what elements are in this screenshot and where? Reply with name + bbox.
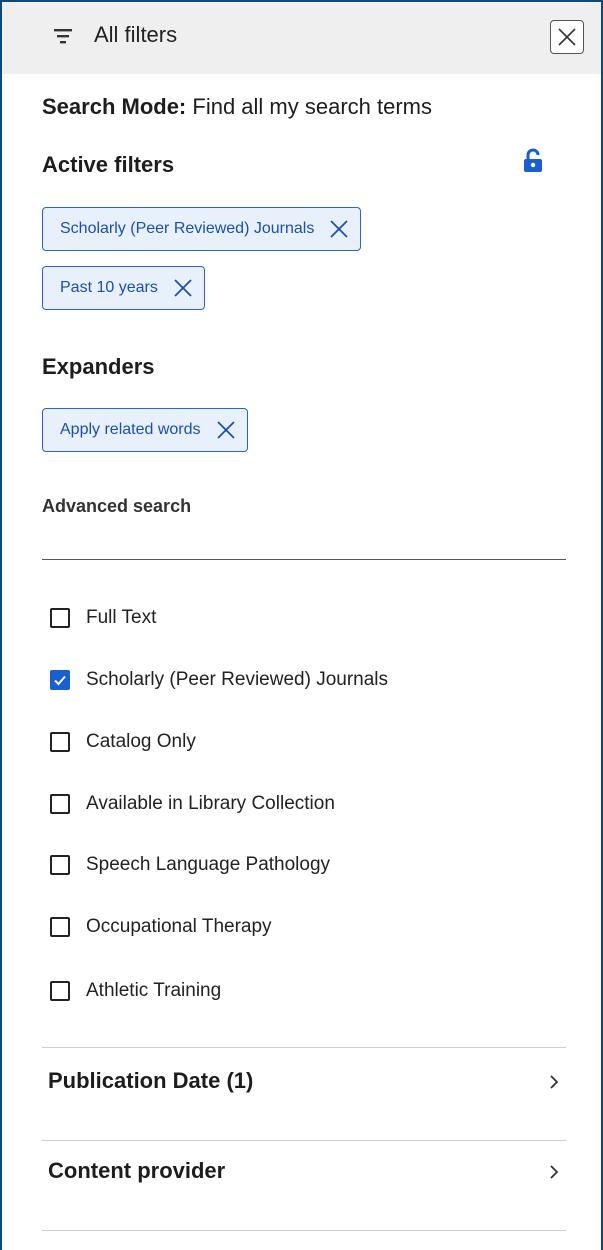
checkbox[interactable] — [50, 794, 70, 814]
divider — [42, 1230, 566, 1231]
accordion-content-provider[interactable]: Content provider — [42, 1142, 566, 1202]
checkbox-label: Athletic Training — [86, 980, 222, 1001]
all-filters-panel: All filters Search Mode: Find all my sea… — [0, 0, 603, 1250]
checkbox[interactable] — [50, 732, 70, 752]
chevron-right-icon — [550, 1075, 559, 1089]
divider — [42, 1140, 566, 1141]
active-filter-chip[interactable]: Past 10 years — [42, 266, 205, 310]
checkbox-label: Available in Library Collection — [86, 793, 335, 814]
filters-header: All filters — [2, 2, 601, 74]
search-mode: Search Mode: Find all my search terms — [42, 94, 432, 120]
accordion-label: Content provider — [48, 1158, 226, 1183]
checkbox[interactable] — [50, 981, 70, 1001]
header-title: All filters — [94, 22, 178, 47]
checkbox-label: Catalog Only — [86, 731, 196, 752]
active-filters-title: Active filters — [42, 152, 175, 177]
limiter-athletic-training[interactable]: Athletic Training — [50, 980, 221, 1002]
search-mode-value: Find all my search terms — [186, 94, 432, 119]
divider — [42, 1047, 566, 1048]
accordion-publication-date[interactable]: Publication Date (1) — [42, 1052, 566, 1112]
limiter-scholarly-journals[interactable]: Scholarly (Peer Reviewed) Journals — [50, 669, 388, 691]
remove-icon[interactable] — [215, 419, 237, 441]
checkmark-icon — [54, 675, 66, 686]
close-icon — [558, 28, 576, 46]
checkbox-label: Scholarly (Peer Reviewed) Journals — [86, 669, 389, 690]
limiter-catalog-only[interactable]: Catalog Only — [50, 731, 196, 753]
search-mode-label: Search Mode: — [42, 94, 187, 119]
checkbox[interactable] — [50, 917, 70, 937]
advanced-search-link[interactable]: Advanced search — [42, 496, 191, 517]
remove-icon[interactable] — [328, 218, 350, 240]
checkbox[interactable] — [50, 608, 70, 628]
filter-lines-icon — [54, 29, 72, 44]
unlocked-padlock-icon[interactable] — [522, 148, 544, 174]
chip-label: Scholarly (Peer Reviewed) Journals — [60, 220, 315, 237]
close-button[interactable] — [550, 20, 584, 54]
chevron-right-icon — [550, 1165, 559, 1179]
divider — [42, 559, 566, 560]
checkbox[interactable] — [50, 670, 70, 690]
accordion-label: Publication Date (1) — [48, 1068, 254, 1093]
remove-icon[interactable] — [172, 277, 194, 299]
expander-chip[interactable]: Apply related words — [42, 408, 248, 452]
limiter-occupational-therapy[interactable]: Occupational Therapy — [50, 916, 272, 938]
chip-label: Apply related words — [60, 421, 201, 438]
checkbox-label: Speech Language Pathology — [86, 854, 331, 875]
chip-label: Past 10 years — [60, 279, 158, 296]
limiter-full-text[interactable]: Full Text — [50, 607, 156, 629]
limiter-library-collection[interactable]: Available in Library Collection — [50, 793, 335, 815]
checkbox-label: Full Text — [86, 607, 157, 628]
limiter-speech-language-pathology[interactable]: Speech Language Pathology — [50, 854, 330, 876]
active-filter-chip[interactable]: Scholarly (Peer Reviewed) Journals — [42, 207, 362, 251]
checkbox-label: Occupational Therapy — [86, 916, 272, 937]
expanders-title: Expanders — [42, 354, 155, 379]
checkbox[interactable] — [50, 855, 70, 875]
